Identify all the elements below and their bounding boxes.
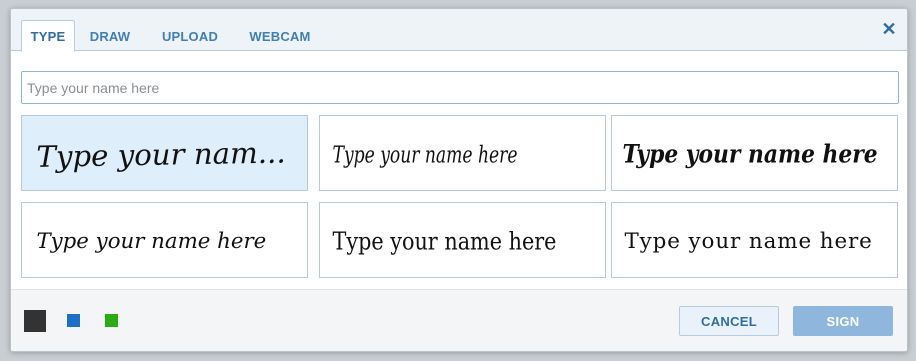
tab-upload[interactable]: UPLOAD bbox=[149, 20, 231, 52]
color-swatch-blue[interactable] bbox=[67, 314, 80, 327]
signature-preview-text: Type your name here bbox=[36, 229, 266, 254]
signature-preview: Type your name here bbox=[333, 227, 557, 256]
close-icon[interactable]: ✕ bbox=[879, 19, 899, 39]
signature-style-option[interactable]: Type your name here bbox=[319, 115, 606, 191]
signature-preview: Type your nam... bbox=[36, 136, 286, 174]
signature-dialog: TYPE DRAW UPLOAD WEBCAM ✕ Type your nam.… bbox=[10, 8, 908, 352]
cancel-button[interactable]: CANCEL bbox=[679, 306, 779, 336]
color-swatch-green[interactable] bbox=[105, 314, 118, 327]
name-input[interactable] bbox=[21, 71, 899, 104]
signature-preview-text: Type your name here bbox=[333, 141, 518, 169]
tab-webcam[interactable]: WEBCAM bbox=[233, 20, 327, 52]
tab-type[interactable]: TYPE bbox=[21, 20, 75, 52]
signature-style-option[interactable]: Type your nam... bbox=[21, 115, 308, 191]
signature-preview-text: Type your name here bbox=[625, 229, 872, 254]
signature-preview: Type your name here bbox=[333, 141, 518, 169]
signature-style-grid: Type your nam... Type your name here Typ… bbox=[21, 115, 899, 280]
tab-bar: TYPE DRAW UPLOAD WEBCAM ✕ bbox=[11, 9, 907, 52]
sign-button[interactable]: SIGN bbox=[793, 306, 893, 336]
color-swatch-black[interactable] bbox=[24, 310, 46, 332]
signature-style-option[interactable]: Type your name here bbox=[319, 202, 606, 278]
signature-preview: Type your name here bbox=[625, 229, 872, 254]
signature-style-option[interactable]: Type your name here bbox=[611, 202, 898, 278]
signature-preview-text: Type your name here bbox=[623, 139, 878, 169]
signature-preview: Type your name here bbox=[36, 229, 266, 254]
signature-preview: Type your name here bbox=[623, 139, 878, 169]
signature-style-option[interactable]: Type your name here bbox=[611, 115, 898, 191]
signature-preview-text: Type your nam... bbox=[36, 136, 286, 174]
tab-draw[interactable]: DRAW bbox=[79, 20, 141, 52]
signature-preview-text: Type your name here bbox=[333, 227, 557, 256]
signature-style-option[interactable]: Type your name here bbox=[21, 202, 308, 278]
dialog-footer: CANCEL SIGN bbox=[11, 289, 907, 351]
